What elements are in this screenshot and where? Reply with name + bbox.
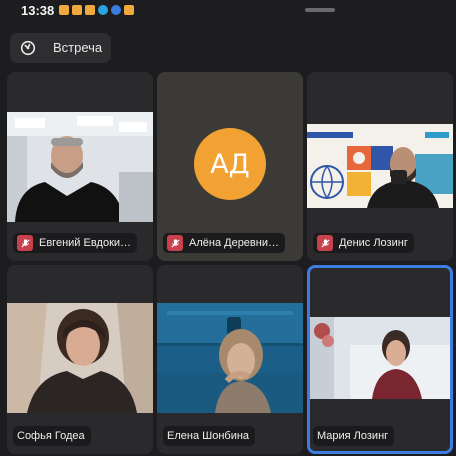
participant-name: Елена Шонбина <box>167 430 250 442</box>
meeting-icon <box>20 40 36 56</box>
avatar: АД <box>194 128 266 200</box>
participant-name: Софья Годеа <box>17 430 85 442</box>
participant-video <box>157 303 303 413</box>
app-icon <box>72 5 82 15</box>
participant-tile[interactable]: Евгений Евдоки… <box>7 72 153 261</box>
participant-video <box>7 303 153 413</box>
meeting-label: Встреча <box>53 40 103 55</box>
mic-off-icon <box>317 235 333 251</box>
telegram-icon <box>98 5 108 15</box>
participant-name-bar: Мария Лозинг <box>313 426 395 446</box>
app-icon <box>59 5 69 15</box>
drag-handle[interactable] <box>305 8 335 12</box>
participant-name-bar: Денис Лозинг <box>313 233 414 253</box>
participant-tile[interactable]: Денис Лозинг <box>307 72 453 261</box>
participant-name-bar: Софья Годеа <box>13 426 91 446</box>
app-icon <box>85 5 95 15</box>
meeting-button[interactable]: Встреча <box>10 33 111 63</box>
status-time: 13:38 <box>21 3 55 18</box>
participant-tile-active[interactable]: Мария Лозинг <box>307 265 453 454</box>
participant-name: Мария Лозинг <box>317 430 389 442</box>
mic-off-icon <box>167 235 183 251</box>
participant-video <box>7 112 153 222</box>
avatar-initials: АД <box>210 148 250 180</box>
mail-icon <box>124 5 134 15</box>
participant-video <box>310 317 450 399</box>
participant-video <box>307 124 453 208</box>
participant-tile[interactable]: АД Алёна Деревни… <box>157 72 303 261</box>
mail-icon <box>111 5 121 15</box>
participant-name-bar: Евгений Евдоки… <box>13 233 138 253</box>
participant-tile[interactable]: Елена Шонбина <box>157 265 303 454</box>
participant-name-bar: Елена Шонбина <box>163 426 256 446</box>
participant-name: Денис Лозинг <box>339 237 408 249</box>
participant-name-bar: Алёна Деревни… <box>163 233 285 253</box>
status-bar: 13:38 <box>0 0 456 22</box>
mic-off-icon <box>17 235 33 251</box>
participant-name: Алёна Деревни… <box>189 237 279 249</box>
notification-icons <box>59 5 134 15</box>
participant-name: Евгений Евдоки… <box>39 237 132 249</box>
participant-tile[interactable]: Софья Годеа <box>7 265 153 454</box>
